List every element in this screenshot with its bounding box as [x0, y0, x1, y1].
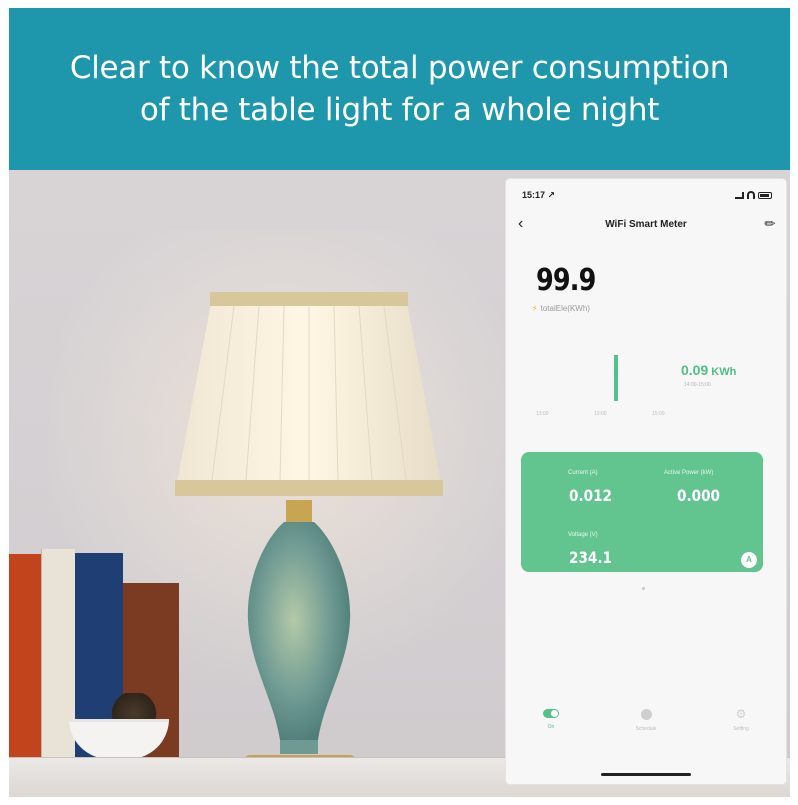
current-value: 0.012 [569, 486, 613, 505]
usage-unit: KWh [711, 366, 737, 378]
usage-time-range: 14:00-15:00 [684, 382, 711, 388]
tab-on[interactable]: On [521, 709, 581, 730]
tab-label: Setting [733, 726, 749, 732]
phone-screen: 15:17 ↗ ‹ WiFi Smart Meter ✎ 99.9 ⚡ tota… [506, 179, 786, 784]
edit-icon[interactable]: ✎ [760, 214, 780, 234]
status-icons [735, 191, 772, 199]
axis-tick: 13:00 [594, 411, 607, 417]
clock-icon [640, 709, 652, 720]
fab-button[interactable]: A [741, 552, 757, 568]
status-time: 15:17 ↗ [522, 189, 556, 200]
banner-line-1: Clear to know the total power consumptio… [69, 50, 730, 86]
usage-number: 0.09 [681, 362, 709, 378]
power-label: Active Power (kW) [664, 470, 714, 476]
total-energy-caption: totalEle(KWh) [540, 304, 590, 313]
voltage-value: 234.1 [569, 548, 613, 567]
tab-label: Schedule [635, 726, 657, 732]
power-value: 0.000 [677, 486, 721, 505]
total-energy-value: 99.9 [536, 263, 596, 298]
current-label: Current (A) [568, 470, 598, 476]
wifi-icon [747, 191, 755, 199]
product-photo: 15:17 ↗ ‹ WiFi Smart Meter ✎ 99.9 ⚡ tota… [9, 170, 790, 797]
tab-setting[interactable]: ⚙ Setting [711, 707, 771, 732]
bolt-icon: ⚡ [532, 304, 538, 313]
book [9, 554, 41, 759]
signal-icon [735, 191, 744, 199]
tab-bar: On Schedule ⚙ Setting [506, 707, 786, 757]
tab-label: On [547, 724, 555, 730]
banner-line-2: of the table light for a whole night [139, 92, 660, 128]
voltage-label: Voltage (V) [568, 532, 598, 538]
tab-schedule[interactable]: Schedule [616, 709, 676, 732]
usage-value: 0.09 KWh [681, 362, 736, 378]
toggle-icon [543, 709, 559, 718]
page-title: WiFi Smart Meter [605, 218, 687, 230]
back-icon[interactable]: ‹ [518, 215, 523, 233]
lamp-shade [175, 292, 443, 496]
status-bar: 15:17 ↗ [522, 188, 772, 202]
battery-icon [758, 191, 772, 199]
axis-tick: 13:00 [536, 411, 549, 417]
axis-tick: 15:00 [652, 411, 665, 417]
total-energy-label: ⚡ totalEle(KWh) [532, 304, 590, 313]
readings-card: Current (A) 0.012 Active Power (kW) 0.00… [521, 452, 763, 572]
page-indicator [642, 587, 645, 590]
nav-bar: ‹ WiFi Smart Meter ✎ [506, 213, 786, 235]
header-banner: Clear to know the total power consumptio… [9, 8, 790, 170]
gear-icon: ⚙ [735, 707, 747, 721]
lamp-vase [247, 500, 351, 754]
usage-bar[interactable] [614, 355, 618, 401]
home-indicator[interactable] [601, 773, 691, 776]
